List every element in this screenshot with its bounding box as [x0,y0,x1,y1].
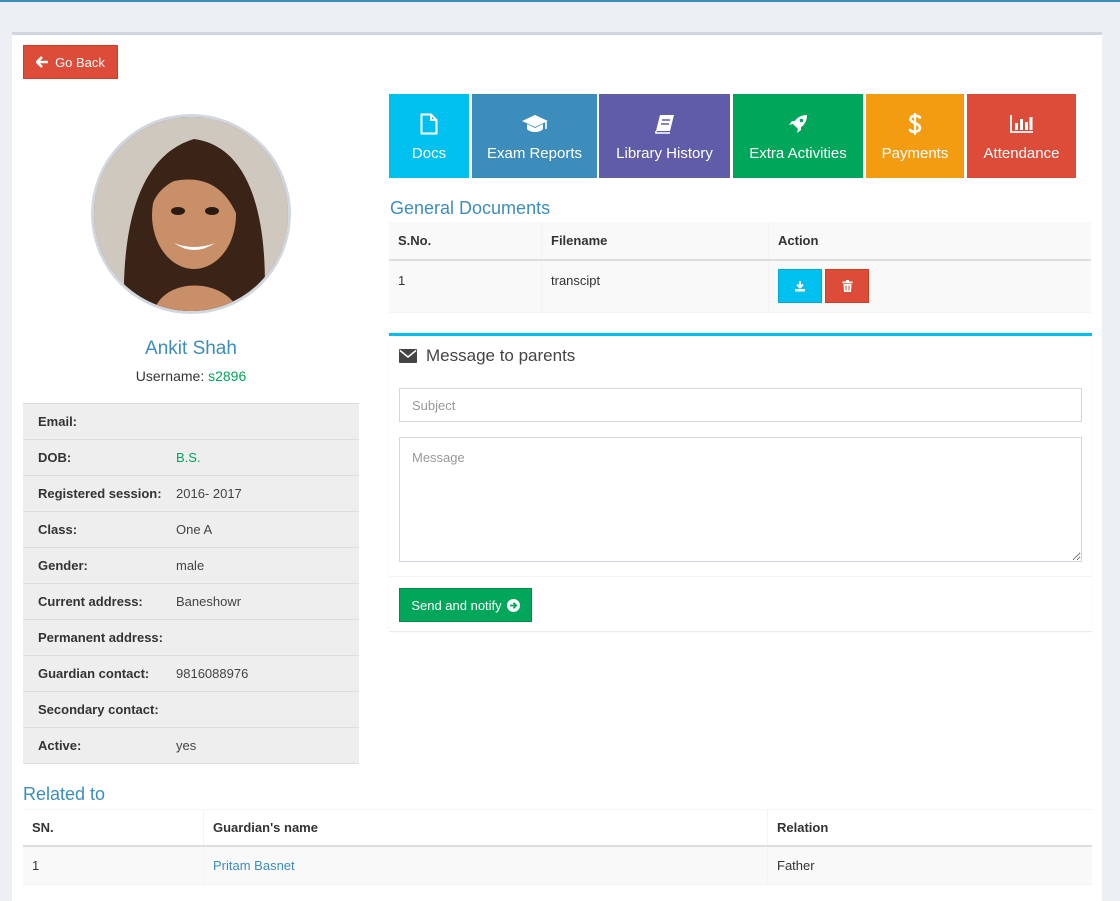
doc-filename: transcipt [541,261,768,312]
related-guardian-cell: Pritam Basnet [203,847,767,884]
tile-label: Library History [616,144,713,162]
documents-header-row: S.No. Filename Action [389,222,1091,261]
bar-chart-icon [1009,111,1034,137]
info-label: Email: [38,414,78,429]
message-title: Message to parents [426,346,576,365]
info-label: DOB: [38,450,72,465]
send-and-notify-button[interactable]: Send and notify [399,588,532,622]
delete-button[interactable] [825,269,869,303]
doc-sn: 1 [398,273,406,288]
tile-exam-reports[interactable]: Exam Reports [472,94,597,178]
envelope-icon [399,349,417,363]
username-value: s2896 [208,368,247,384]
info-label: Active: [38,738,82,753]
col-header-sn: S.No. [398,233,432,248]
info-row-class: Class: One A [23,512,359,548]
documents-title: General Documents [390,198,551,218]
file-icon [420,111,438,137]
message-header: Message to parents [399,346,575,366]
info-value: male [176,558,205,573]
info-row-guardian-contact: Guardian contact: 9816088976 [23,656,359,692]
info-label: Guardian contact: [38,666,150,681]
info-label: Current address: [38,594,143,609]
info-row-active: Active: yes [23,728,359,764]
subject-input[interactable] [399,388,1082,422]
tile-label: Payments [881,144,949,162]
trash-icon [842,280,852,292]
info-row-gender: Gender: male [23,548,359,584]
info-label: Gender: [38,558,88,573]
graduation-cap-icon [521,111,549,137]
info-row-dob: DOB: B.S. [23,440,359,476]
info-row-secondary-contact: Secondary contact: [23,692,359,728]
tile-label: Attendance [983,144,1060,162]
tile-payments[interactable]: Payments [866,94,964,178]
related-title: Related to [23,784,106,804]
top-accent-bar [0,0,1120,2]
info-row-email: Email: [23,404,359,440]
related-relation: Father [767,847,815,884]
info-value: One A [176,522,213,537]
tile-attendance[interactable]: Attendance [967,94,1076,178]
tile-docs[interactable]: Docs [389,94,469,178]
col-header-sn: SN. [32,820,54,835]
tile-library-history[interactable]: Library History [599,94,730,178]
go-back-label: Go Back [55,54,105,70]
message-textarea[interactable] [399,437,1082,562]
tile-label: Docs [411,144,447,162]
info-value: 2016- 2017 [176,486,242,501]
info-label: Permanent address: [38,630,163,645]
download-icon [795,281,805,292]
message-footer-divider [389,576,1092,577]
doc-actions [768,261,869,312]
tile-label: Exam Reports [486,144,583,162]
book-icon [654,111,676,137]
info-value: B.S. [176,450,201,465]
username-line: Username: s2896 [23,368,359,384]
message-box: Message to parents Send and notify [389,333,1092,631]
info-row-permanent-address: Permanent address: [23,620,359,656]
tile-extra-activities[interactable]: Extra Activities [733,94,863,178]
related-header-row: SN. Guardian's name Relation [23,809,1092,847]
info-value: Baneshowr [176,594,242,609]
rocket-icon [788,111,808,137]
related-sn: 1 [32,858,40,873]
col-header-filename: Filename [541,222,768,259]
download-button[interactable] [778,269,822,303]
related-table: SN. Guardian's name Relation 1 Pritam Ba… [23,809,1092,885]
documents-table: S.No. Filename Action 1 transcipt [389,222,1091,313]
info-value: yes [176,738,197,753]
guardian-name-link[interactable]: Pritam Basnet [213,858,295,873]
table-row: 1 Pritam Basnet Father [23,847,1092,885]
info-value: 9816088976 [176,666,249,681]
student-avatar [91,114,291,314]
col-header-relation: Relation [767,810,828,845]
student-name: Ankit Shah [145,338,237,359]
arrow-left-icon [36,56,49,68]
student-info-table: Email: DOB: B.S. Registered session: 201… [23,403,359,764]
send-label: Send and notify [411,597,502,613]
info-label: Class: [38,522,78,537]
username-label: Username: [135,368,205,384]
info-label: Registered session: [38,486,162,501]
table-row: 1 transcipt [389,261,1091,313]
tile-label: Extra Activities [749,144,847,162]
info-label: Secondary contact: [38,702,159,717]
dollar-icon [908,111,922,137]
arrow-circle-right-icon [506,598,520,612]
info-row-current-address: Current address: Baneshowr [23,584,359,620]
col-header-action: Action [768,222,818,259]
info-row-session: Registered session: 2016- 2017 [23,476,359,512]
go-back-button[interactable]: Go Back [23,45,118,79]
col-header-guardian-name: Guardian's name [203,810,767,845]
